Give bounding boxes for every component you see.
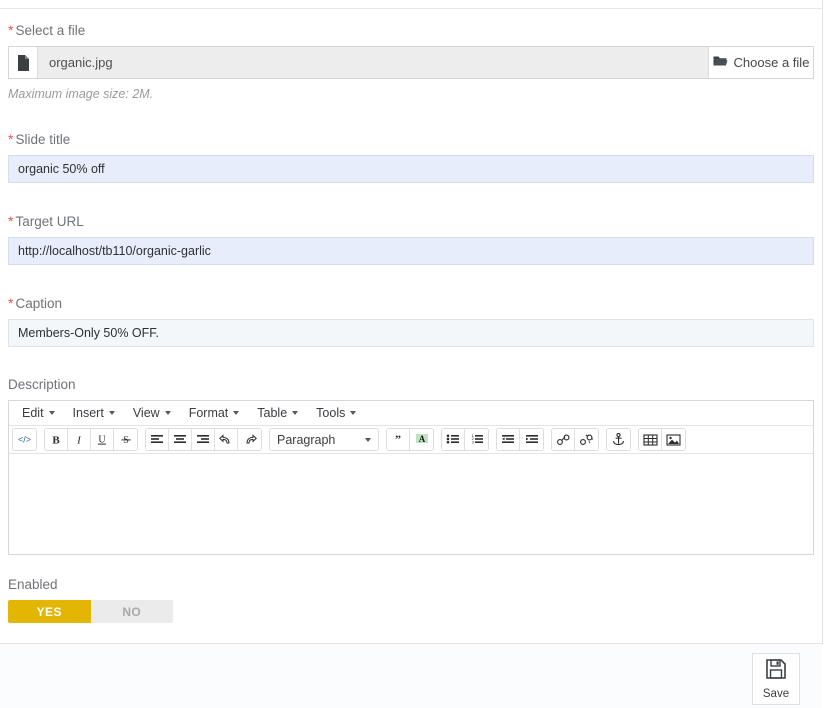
toolbar-group-link: [551, 428, 599, 451]
chevron-down-icon: [292, 411, 299, 415]
undo-icon[interactable]: [215, 429, 238, 450]
file-name-display: organic.jpg: [38, 47, 708, 78]
save-button[interactable]: Save: [752, 653, 800, 705]
indent-icon[interactable]: [520, 429, 543, 450]
toolbar-group-media: [638, 428, 686, 451]
italic-icon[interactable]: I: [68, 429, 91, 450]
toolbar-group-inline: B I U S: [44, 428, 138, 451]
chevron-down-icon: [164, 411, 171, 415]
slide-title-label-text: Slide title: [15, 132, 71, 147]
slide-form: * Select a file organic.jpg Choose a fil…: [8, 22, 814, 623]
toolbar-group-source: </>: [12, 428, 37, 451]
redo-icon[interactable]: [238, 429, 261, 450]
svg-text:3: 3: [471, 439, 474, 444]
align-right-icon[interactable]: [192, 429, 215, 450]
folder-open-icon: [713, 55, 728, 70]
toolbar-group-anchor: [606, 428, 631, 451]
required-asterisk: *: [8, 131, 14, 147]
editor-toolbar: </> B I U S Paragraph ” A 1 2 3: [9, 426, 813, 454]
numbered-list-icon[interactable]: 1 2 3: [465, 429, 488, 450]
top-divider: [0, 8, 822, 9]
svg-text:”: ”: [395, 434, 401, 446]
link-icon[interactable]: [552, 429, 575, 450]
file-page-icon: [9, 47, 38, 78]
chevron-down-icon: [48, 411, 55, 415]
slide-title-input[interactable]: [8, 155, 814, 183]
blockquote-icon[interactable]: ”: [387, 429, 410, 450]
chevron-down-icon: [233, 411, 240, 415]
target-url-label-text: Target URL: [15, 214, 84, 229]
enabled-toggle-yes[interactable]: YES: [8, 600, 91, 623]
unlink-icon[interactable]: [575, 429, 598, 450]
menu-format[interactable]: Format: [180, 403, 249, 424]
select-file-label-text: Select a file: [15, 23, 86, 38]
menu-insert[interactable]: Insert: [64, 403, 124, 424]
toolbar-group-align: [145, 428, 262, 451]
align-left-icon[interactable]: [146, 429, 169, 450]
toolbar-group-indent: [496, 428, 544, 451]
required-asterisk: *: [8, 22, 14, 38]
form-footer: Save: [0, 644, 822, 708]
panel-right-border: [822, 0, 823, 645]
description-label: Description: [8, 377, 76, 392]
align-center-icon[interactable]: [169, 429, 192, 450]
menu-table-label: Table: [257, 406, 288, 420]
menu-view[interactable]: View: [124, 403, 180, 424]
caption-input[interactable]: [8, 319, 814, 347]
svg-text:</>: </>: [18, 435, 31, 445]
required-asterisk: *: [8, 213, 14, 229]
text-color-icon[interactable]: A: [410, 429, 433, 450]
bullet-list-icon[interactable]: [442, 429, 465, 450]
caption-label-text: Caption: [15, 296, 62, 311]
menu-edit-label: Edit: [22, 406, 44, 420]
target-url-label: * Target URL: [8, 213, 814, 230]
svg-text:I: I: [76, 435, 82, 447]
svg-text:A: A: [418, 434, 425, 444]
media-icon[interactable]: [639, 429, 662, 450]
floppy-disk-icon: [765, 658, 787, 685]
menu-tools-label: Tools: [316, 406, 346, 420]
caption-label: * Caption: [8, 295, 814, 312]
save-button-label: Save: [762, 688, 790, 700]
underline-icon[interactable]: U: [91, 429, 114, 450]
chevron-down-icon: [108, 411, 115, 415]
source-code-icon[interactable]: </>: [13, 429, 36, 450]
format-select[interactable]: Paragraph: [270, 429, 378, 450]
chevron-down-icon: [365, 437, 371, 442]
strikethrough-icon[interactable]: S: [114, 429, 137, 450]
file-input-row[interactable]: organic.jpg Choose a file: [8, 46, 814, 79]
choose-file-button[interactable]: Choose a file: [708, 47, 813, 78]
required-asterisk: *: [8, 295, 14, 311]
slide-edit-form-page: * Select a file organic.jpg Choose a fil…: [0, 0, 831, 708]
menu-view-label: View: [132, 406, 160, 420]
format-select-value: Paragraph: [277, 432, 336, 447]
chevron-down-icon: [350, 411, 357, 415]
file-help-text: Maximum image size: 2M.: [8, 87, 154, 101]
target-url-input[interactable]: [8, 237, 814, 265]
image-icon[interactable]: [662, 429, 685, 450]
editor-content-area[interactable]: [9, 454, 813, 554]
choose-file-label: Choose a file: [733, 55, 810, 70]
toolbar-group-lists: 1 2 3: [441, 428, 489, 451]
select-file-label: * Select a file: [8, 22, 814, 39]
menu-format-label: Format: [188, 406, 229, 420]
menu-insert-label: Insert: [72, 406, 104, 420]
svg-text:S: S: [123, 435, 129, 446]
menu-edit[interactable]: Edit: [13, 403, 64, 424]
menu-tools[interactable]: Tools: [307, 403, 365, 424]
anchor-icon[interactable]: [607, 429, 630, 450]
enabled-toggle[interactable]: YES NO: [8, 600, 173, 623]
toolbar-group-block: ” A: [386, 428, 434, 451]
rich-text-editor: Edit Insert View Format Table Tools </> …: [8, 400, 814, 555]
menu-table[interactable]: Table: [248, 403, 307, 424]
enabled-label: Enabled: [8, 577, 58, 592]
slide-title-label: * Slide title: [8, 131, 814, 148]
editor-menubar: Edit Insert View Format Table Tools: [9, 401, 813, 426]
svg-text:B: B: [52, 435, 60, 447]
enabled-toggle-no[interactable]: NO: [90, 600, 173, 623]
outdent-icon[interactable]: [497, 429, 520, 450]
toolbar-group-format: Paragraph: [269, 428, 379, 451]
bold-icon[interactable]: B: [45, 429, 68, 450]
